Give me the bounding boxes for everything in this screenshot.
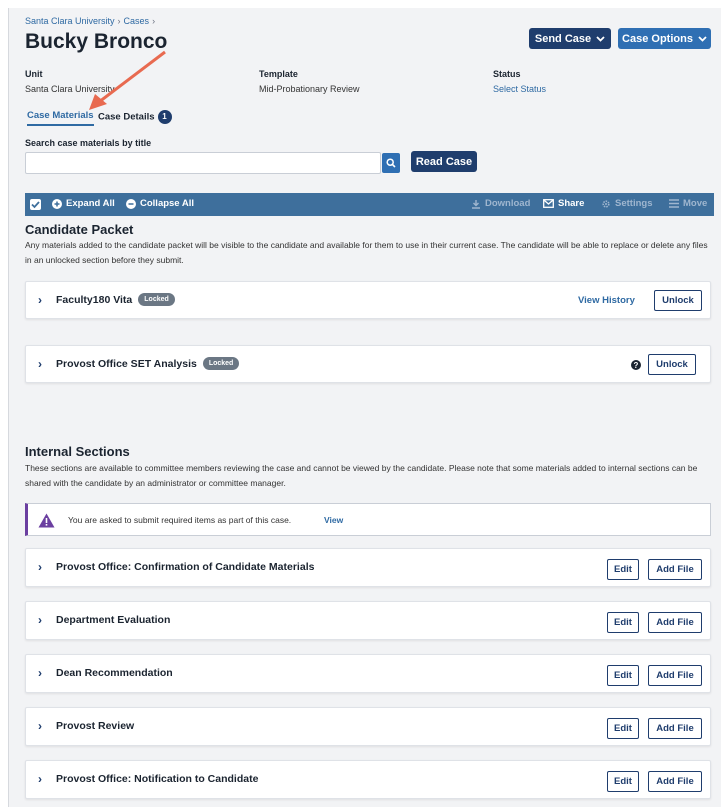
share-label: Share — [558, 198, 585, 209]
unlock-button[interactable]: Unlock — [654, 290, 702, 311]
packet-item-title-row: Provost Office SET Analysis Locked — [56, 357, 240, 370]
internal-item-title: Dean Recommendation — [56, 667, 173, 679]
annotation-arrow-icon — [89, 50, 166, 110]
minus-circle-icon — [126, 198, 136, 209]
checkmark-icon — [31, 201, 40, 209]
internal-item[interactable]: › Provost Office: Confirmation of Candid… — [25, 548, 711, 587]
packet-item-faculty180-vita[interactable]: › Faculty180 Vita Locked View History Un… — [25, 281, 711, 319]
packet-item-title: Provost Office SET Analysis — [56, 357, 197, 370]
expand-all-button[interactable]: Expand All — [52, 198, 115, 209]
chevron-right-icon[interactable]: › — [38, 666, 42, 680]
share-button[interactable]: Share — [543, 198, 584, 209]
move-button[interactable]: Move — [669, 198, 707, 209]
edit-button[interactable]: Edit — [607, 612, 639, 633]
plus-circle-icon — [52, 198, 62, 209]
add-file-button[interactable]: Add File — [648, 771, 702, 792]
breadcrumb: Santa Clara University › Cases › — [25, 16, 158, 26]
download-label: Download — [485, 198, 531, 209]
settings-button[interactable]: Settings — [601, 198, 652, 209]
send-case-label: Send Case — [534, 32, 592, 45]
collapse-all-button[interactable]: Collapse All — [126, 198, 194, 209]
view-history-link[interactable]: View History — [578, 295, 635, 306]
template-value: Mid-Probationary Review — [259, 84, 360, 94]
chevron-right-icon[interactable]: › — [38, 560, 42, 574]
required-items-alert: You are asked to submit required items a… — [25, 503, 711, 536]
page-frame: Santa Clara University › Cases › Bucky Bron… — [8, 8, 721, 807]
chevron-right-icon[interactable]: › — [38, 357, 42, 371]
internal-sections-title: Internal Sections — [25, 444, 130, 459]
candidate-packet-title: Candidate Packet — [25, 222, 134, 237]
help-icon[interactable]: ? — [631, 360, 641, 370]
breadcrumb-separator: › — [152, 16, 156, 26]
packet-item-title: Faculty180 Vita — [56, 293, 133, 306]
internal-item-title: Provost Office: Confirmation of Candidat… — [56, 561, 315, 573]
move-label: Move — [683, 198, 708, 209]
case-options-label: Case Options — [622, 32, 693, 45]
internal-item[interactable]: › Dean Recommendation Edit Add File — [25, 654, 711, 693]
search-icon — [386, 158, 396, 168]
internal-item-title: Provost Office: Notification to Candidat… — [56, 773, 259, 785]
materials-toolbar: Expand All Collapse All Download Share S… — [25, 193, 714, 216]
settings-label: Settings — [615, 198, 653, 209]
edit-button[interactable]: Edit — [607, 559, 639, 580]
select-all-checkbox[interactable] — [30, 199, 41, 210]
envelope-icon — [543, 199, 554, 208]
edit-button[interactable]: Edit — [607, 718, 639, 739]
status-label: Status — [493, 69, 521, 79]
svg-text:?: ? — [634, 361, 639, 370]
add-file-button[interactable]: Add File — [648, 718, 702, 739]
chevron-down-icon — [698, 35, 707, 42]
collapse-all-label: Collapse All — [140, 198, 195, 209]
chevron-right-icon[interactable]: › — [38, 293, 42, 307]
chevron-right-icon[interactable]: › — [38, 772, 42, 786]
read-case-button[interactable]: Read Case — [411, 151, 477, 172]
add-file-button[interactable]: Add File — [648, 665, 702, 686]
unlock-button[interactable]: Unlock — [648, 354, 696, 375]
download-icon — [472, 199, 480, 209]
internal-item-title: Provost Review — [56, 720, 135, 732]
search-input[interactable] — [25, 152, 381, 174]
edit-button[interactable]: Edit — [607, 771, 639, 792]
download-button[interactable]: Download — [471, 198, 530, 209]
tab-case-details-label: Case Details — [98, 111, 155, 123]
breadcrumb-cases[interactable]: Cases — [124, 16, 150, 26]
alert-text: You are asked to submit required items a… — [68, 515, 292, 525]
internal-item[interactable]: › Department Evaluation Edit Add File — [25, 601, 711, 640]
internal-item[interactable]: › Provost Office: Notification to Candid… — [25, 760, 711, 799]
candidate-packet-description: Any materials added to the candidate pac… — [25, 240, 708, 265]
packet-item-set-analysis[interactable]: › Provost Office SET Analysis Locked ? U… — [25, 345, 711, 383]
case-details-count-badge: 1 — [157, 110, 172, 124]
unit-label: Unit — [25, 69, 43, 79]
chevron-down-icon — [596, 35, 605, 42]
tab-case-materials[interactable]: Case Materials — [27, 110, 94, 126]
search-label: Search case materials by title — [25, 138, 152, 148]
alert-view-link[interactable]: View — [324, 515, 343, 525]
tab-case-details[interactable]: Case Details 1 — [98, 110, 172, 124]
edit-button[interactable]: Edit — [607, 665, 639, 686]
expand-all-label: Expand All — [66, 198, 115, 209]
status-select-link[interactable]: Select Status — [493, 84, 546, 94]
warning-icon — [38, 513, 55, 528]
internal-sections-description: These sections are available to committe… — [25, 463, 698, 488]
internal-item-title: Department Evaluation — [56, 614, 171, 626]
case-options-button[interactable]: Case Options — [618, 28, 711, 49]
locked-badge: Locked — [202, 357, 240, 370]
send-case-button[interactable]: Send Case — [529, 28, 611, 49]
internal-item[interactable]: › Provost Review Edit Add File — [25, 707, 711, 746]
chevron-right-icon[interactable]: › — [38, 719, 42, 733]
add-file-button[interactable]: Add File — [648, 559, 702, 580]
locked-badge: Locked — [138, 293, 175, 306]
add-file-button[interactable]: Add File — [648, 612, 702, 633]
chevron-right-icon[interactable]: › — [38, 613, 42, 627]
breadcrumb-separator: › — [117, 16, 121, 26]
search-button[interactable] — [382, 153, 400, 173]
packet-item-title-row: Faculty180 Vita Locked — [56, 293, 175, 306]
gear-icon — [602, 199, 610, 208]
list-icon — [669, 199, 679, 208]
template-label: Template — [259, 69, 298, 79]
breadcrumb-root[interactable]: Santa Clara University — [25, 16, 115, 26]
